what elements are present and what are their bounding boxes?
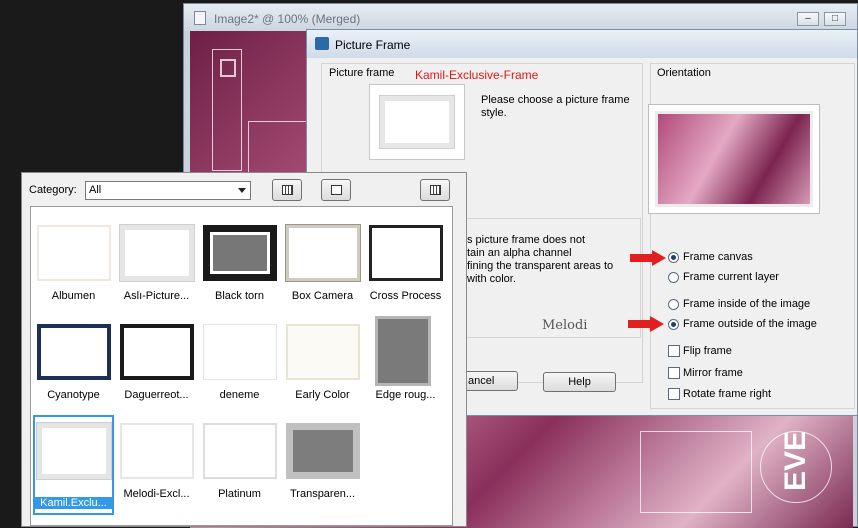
category-dropdown[interactable]: All xyxy=(85,181,251,200)
mirror-frame-label: Mirror frame xyxy=(683,367,743,379)
frame-item-label: Platinum xyxy=(218,488,261,500)
orientation-label: Orientation xyxy=(655,67,713,79)
frame-thumbnail xyxy=(369,225,443,281)
frame-item-label: Aslı-Picture... xyxy=(123,290,190,302)
canvas-frame-deco xyxy=(212,49,242,171)
frame-current-layer-radio[interactable] xyxy=(668,272,679,283)
info-line: s picture frame does not xyxy=(467,234,586,246)
melodi-watermark: Melodi xyxy=(542,318,588,333)
view-options-button[interactable] xyxy=(272,179,302,201)
frame-item-label: Daguerreot... xyxy=(124,389,189,401)
info-line: with color. xyxy=(467,273,516,285)
frame-item[interactable]: Melodi-Excl... xyxy=(116,415,197,513)
grid-view-icon xyxy=(282,185,293,195)
frame-canvas-radio[interactable] xyxy=(668,252,679,263)
dialog-titlebar[interactable]: Picture Frame xyxy=(307,30,857,58)
frame-thumbnail xyxy=(285,224,361,282)
frame-item-label: Transparen... xyxy=(289,488,355,500)
frame-current-layer-label: Frame current layer xyxy=(683,271,779,283)
frame-thumbnail xyxy=(120,324,194,380)
frame-item[interactable]: Edge roug... xyxy=(365,316,446,414)
frame-item[interactable]: Platinum xyxy=(199,415,280,513)
frame-inside-radio[interactable] xyxy=(668,299,679,310)
category-value: All xyxy=(89,184,102,196)
frame-name-annotation: Kamil-Exclusive-Frame xyxy=(415,68,539,82)
frame-item[interactable]: Daguerreot... xyxy=(116,316,197,414)
frame-thumbnail xyxy=(203,423,277,479)
canvas-text-deco: EVE xyxy=(779,431,812,492)
choose-frame-text: Please choose a picture frame style. xyxy=(481,94,630,119)
frame-thumbnail xyxy=(203,225,277,281)
frame-thumbnail xyxy=(286,423,360,479)
cancel-button[interactable]: ancel xyxy=(466,371,518,391)
frame-thumbnail xyxy=(380,96,454,148)
folder-icon xyxy=(331,185,342,195)
frame-item[interactable]: Box Camera xyxy=(282,217,363,315)
frame-item[interactable]: deneme xyxy=(199,316,280,414)
frame-item-label: Albumen xyxy=(51,290,96,302)
document-icon xyxy=(194,11,206,25)
dialog-title: Picture Frame xyxy=(335,38,411,52)
frame-item-label: Cross Process xyxy=(369,290,442,302)
frame-style-selector[interactable] xyxy=(369,84,465,160)
mirror-frame-checkbox[interactable] xyxy=(668,367,680,379)
grid-view-icon xyxy=(430,185,441,195)
frame-thumbnail xyxy=(375,316,431,386)
frame-thumbnail xyxy=(119,224,195,282)
frame-item-label: Early Color xyxy=(295,389,350,401)
frame-picker-popup: Category: All Albumen Aslı-Picture... Bl… xyxy=(21,172,467,527)
frame-item[interactable]: Transparen... xyxy=(282,415,363,513)
maximize-button[interactable]: □ xyxy=(824,12,846,26)
frame-thumbnail xyxy=(286,324,360,380)
annotation-arrow-icon xyxy=(628,316,664,332)
frame-outside-radio[interactable] xyxy=(668,319,679,330)
frame-thumbnail xyxy=(36,422,112,480)
frame-outside-label: Frame outside of the image xyxy=(683,318,817,330)
image-window-title: Image2* @ 100% (Merged) xyxy=(214,12,361,26)
chevron-down-icon xyxy=(238,188,246,193)
info-line: tain an alpha channel xyxy=(467,247,572,259)
rotate-frame-right-label: Rotate frame right xyxy=(683,388,772,400)
frame-thumbnail-grid: Albumen Aslı-Picture... Black torn Box C… xyxy=(30,206,453,526)
resource-manager-button[interactable] xyxy=(420,179,450,201)
frame-item-label: Kamil.Exclu... xyxy=(33,497,114,509)
category-label: Category: xyxy=(29,184,77,196)
alpha-channel-info: s picture frame does not tain an alpha c… xyxy=(467,234,637,286)
frame-thumbnail xyxy=(203,324,277,380)
frame-item[interactable]: Early Color xyxy=(282,316,363,414)
frame-item[interactable]: Cyanotype xyxy=(33,316,114,414)
picture-frame-icon xyxy=(315,37,329,50)
frame-item-label: Cyanotype xyxy=(47,389,100,401)
frame-item-label: Box Camera xyxy=(291,290,354,302)
frame-item-label: Edge roug... xyxy=(375,389,436,401)
frame-thumbnail xyxy=(37,324,111,380)
rotate-frame-right-checkbox[interactable] xyxy=(668,388,680,400)
frame-canvas-label: Frame canvas xyxy=(683,251,753,263)
picture-frame-group-label: Picture frame xyxy=(327,67,397,79)
frame-thumbnail xyxy=(120,423,194,479)
flip-frame-checkbox[interactable] xyxy=(668,345,680,357)
frame-item[interactable]: Black torn xyxy=(199,217,280,315)
help-button[interactable]: Help xyxy=(543,372,616,392)
frame-item-label: deneme xyxy=(219,389,260,401)
frame-inside-label: Frame inside of the image xyxy=(683,298,811,310)
frame-item-selected[interactable]: Kamil.Exclu... xyxy=(33,415,114,515)
minimize-button[interactable]: – xyxy=(797,12,819,26)
radio-selected-dot xyxy=(671,255,676,260)
info-line: fining the transparent areas to xyxy=(467,260,614,272)
radio-selected-dot xyxy=(671,322,676,327)
orientation-preview xyxy=(648,104,820,214)
frame-item-label: Melodi-Excl... xyxy=(123,488,190,500)
frame-item[interactable]: Cross Process xyxy=(365,217,446,315)
canvas-frame-deco xyxy=(640,431,752,513)
flip-frame-label: Flip frame xyxy=(683,345,732,357)
frame-item[interactable]: Aslı-Picture... xyxy=(116,217,197,315)
frame-item-label: Black torn xyxy=(215,290,264,302)
save-preset-button[interactable] xyxy=(321,179,351,201)
frame-item[interactable]: Albumen xyxy=(33,217,114,315)
image-window-titlebar[interactable]: Image2* @ 100% (Merged) – □ xyxy=(184,4,857,31)
preview-image xyxy=(655,111,813,207)
frame-thumbnail xyxy=(37,225,111,281)
